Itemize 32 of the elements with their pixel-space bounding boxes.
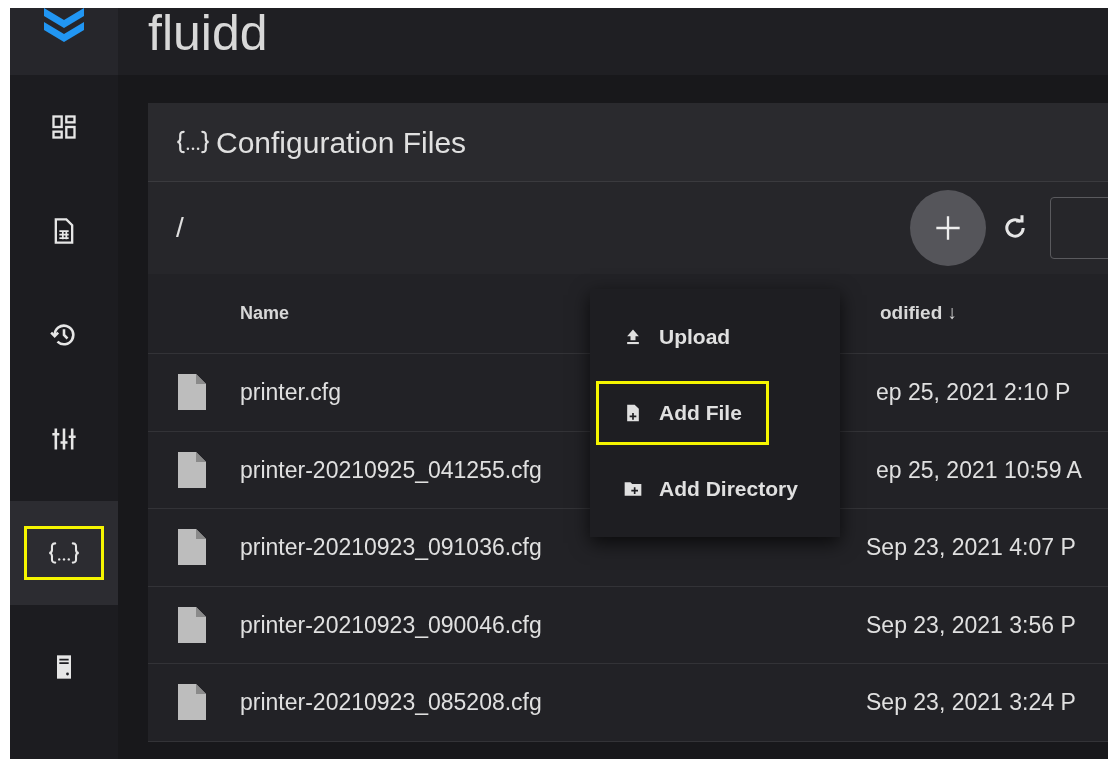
- modified-date: ep 25, 2021 2:10 P: [876, 378, 1071, 407]
- file-icon: [176, 449, 208, 490]
- menu-item[interactable]: Upload: [596, 305, 758, 369]
- file-name: printer-20210923_090046.cfg: [240, 611, 542, 638]
- column-header: odified ↓: [880, 301, 958, 326]
- code-braces-icon: [176, 129, 210, 155]
- file-icon: [176, 682, 208, 723]
- column-header: Name: [240, 302, 291, 325]
- file-icon: [176, 527, 208, 568]
- card-title: Configuration Files: [216, 124, 467, 161]
- menu-item[interactable]: Add File: [596, 381, 769, 445]
- code-braces-icon: [48, 539, 80, 567]
- modified-date: ep 25, 2021 10:59 A: [876, 455, 1082, 485]
- file-name: printer-20210923_085208.cfg: [240, 689, 542, 715]
- modified-date: Sep 23, 2021 3:56 P: [866, 610, 1076, 640]
- plus-icon: [934, 214, 962, 242]
- folder-plus-icon: [623, 479, 643, 499]
- file-name: printer.cfg: [240, 379, 341, 405]
- history-icon: [50, 321, 78, 349]
- menu-item[interactable]: Add Directory: [596, 457, 825, 521]
- file-icon: [176, 604, 208, 645]
- file-name: printer-20210923_091036.cfg: [240, 534, 542, 560]
- table-row[interactable]: printer-20210923_085208.cfg Sep 23, 2021 3:24 P: [148, 664, 1108, 742]
- file-icon: [176, 372, 208, 413]
- table-row[interactable]: printer-20210923_090046.cfg Sep 23, 2021 3:56 P: [148, 586, 1108, 664]
- dashboard-icon: [50, 113, 78, 141]
- sidebar-item[interactable]: [10, 501, 118, 605]
- modified-date: Sep 23, 2021 4:07 P: [866, 533, 1076, 562]
- modified-date: Sep 23, 2021 3:24 P: [866, 688, 1076, 717]
- app-title: fluidd: [148, 8, 268, 58]
- file-name: printer-20210925_041255.cfg: [240, 456, 542, 483]
- path-text: /: [176, 211, 185, 245]
